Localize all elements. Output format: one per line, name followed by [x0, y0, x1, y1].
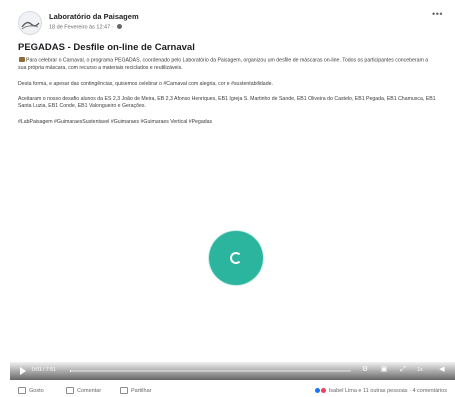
page-avatar[interactable]: [18, 11, 42, 35]
thumbs-up-icon: [18, 387, 26, 394]
picture-in-picture-icon[interactable]: ▣: [379, 365, 389, 375]
volume-icon[interactable]: ◀: [437, 365, 447, 375]
post-meta: 18 de Fevereiro às 12:47 ·: [49, 24, 123, 31]
post-actions: Gosto Comentar Partilhar Isabel Lima e 1…: [18, 387, 447, 397]
landscape-logo-icon: [21, 21, 40, 30]
video-time: 0:01 / 7:51: [32, 367, 56, 373]
share-label: Partilhar: [131, 387, 152, 394]
reactions-text[interactable]: Isabel Lima e 11 outras pessoas · 4 come…: [329, 388, 447, 394]
mask-emoji-icon: [19, 57, 25, 62]
video-controls: 0:01 / 7:51 ⚙ ▣ ⤢ 1x ◀: [10, 362, 455, 380]
fullscreen-icon[interactable]: ⤢: [398, 365, 408, 375]
facebook-post: Laboratório da Paisagem 18 de Fevereiro …: [0, 0, 455, 397]
post-paragraph-1: Para celebrar o Carnaval, o programa PEG…: [18, 57, 429, 71]
reactions-summary[interactable]: Isabel Lima e 11 outras pessoas · 4 come…: [313, 387, 447, 394]
post-paragraph-3: Aceitaram o nosso desafio alunos da ES 2…: [18, 96, 436, 109]
post-header: Laboratório da Paisagem 18 de Fevereiro …: [18, 9, 445, 37]
loading-spinner: [209, 231, 263, 285]
post-paragraph-2: Desta forma, e apesar das contingências,…: [18, 81, 273, 87]
share-button[interactable]: Partilhar: [120, 387, 151, 394]
post-hashtags[interactable]: #LabPaisagem #GuimaraesSustentavel #Guim…: [18, 119, 437, 126]
globe-icon: [117, 24, 123, 29]
like-label: Gosto: [29, 387, 44, 394]
spinner-ring-icon: [230, 252, 242, 264]
settings-icon[interactable]: ⚙: [360, 365, 370, 375]
comment-icon: [66, 387, 74, 394]
comment-button[interactable]: Comentar: [66, 387, 101, 394]
post-title: PEGADAS - Desfile on-line de Carnaval: [18, 42, 195, 53]
play-icon[interactable]: [20, 367, 26, 375]
page-name[interactable]: Laboratório da Paisagem: [49, 12, 139, 21]
post-timestamp[interactable]: 18 de Fevereiro às 12:47 ·: [49, 25, 114, 31]
love-reaction-icon: [319, 387, 327, 394]
video-player[interactable]: 0:01 / 7:51 ⚙ ▣ ⤢ 1x ◀: [10, 148, 455, 380]
video-progress-fill: [70, 370, 72, 372]
video-scrubber[interactable]: [70, 370, 351, 372]
comment-label: Comentar: [77, 387, 102, 394]
playback-speed[interactable]: 1x: [413, 365, 427, 375]
more-horizontal-icon[interactable]: •••: [432, 9, 443, 19]
share-icon: [120, 387, 128, 394]
like-button[interactable]: Gosto: [18, 387, 44, 394]
